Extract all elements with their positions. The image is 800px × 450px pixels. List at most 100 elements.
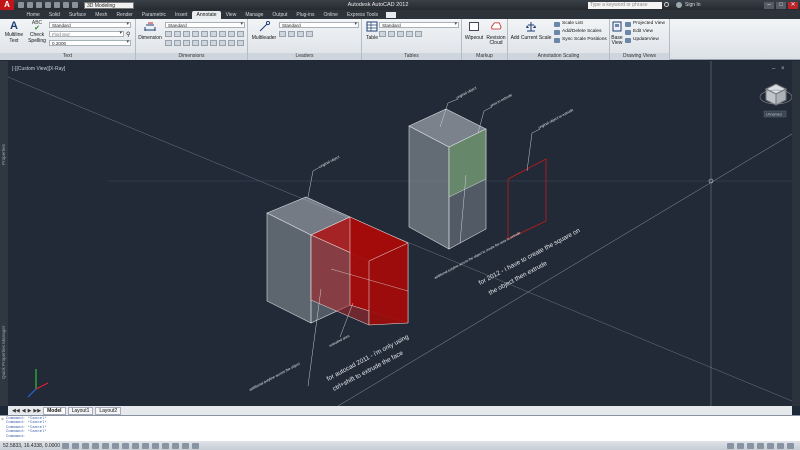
update-dim-icon[interactable] — [228, 40, 235, 46]
help-search-input[interactable]: Type a keyword or phrase — [588, 1, 662, 9]
command-close-icon[interactable]: × — [1, 417, 4, 423]
text-angle-icon[interactable] — [183, 40, 190, 46]
tab-render[interactable]: Render — [112, 11, 137, 19]
snap-mode-icon[interactable] — [72, 442, 79, 449]
add-delete-scales-button[interactable]: Add/Delete Scales — [554, 29, 601, 35]
dynamic-ucs-icon[interactable] — [142, 442, 149, 449]
viewport-minimize-button[interactable]: – — [772, 66, 775, 72]
tab-express-tools[interactable]: Express Tools — [342, 11, 382, 19]
text-height-select[interactable]: 0.2000 — [49, 40, 131, 46]
infer-constraints-icon[interactable] — [62, 442, 69, 449]
collect-leaders-icon[interactable] — [306, 31, 313, 37]
sync-scale-positions-button[interactable]: Sync Scale Positions — [554, 37, 607, 43]
jogged-linear-icon[interactable] — [165, 40, 172, 46]
edit-view-button[interactable]: Edit View — [625, 29, 653, 35]
add-current-scale-button[interactable]: Add Current Scale — [509, 21, 553, 41]
ortho-mode-icon[interactable] — [92, 442, 99, 449]
text-style-select[interactable]: Standard — [49, 22, 131, 28]
markup-panel-title[interactable]: Markup — [462, 53, 507, 60]
quick-view-layouts-icon[interactable] — [737, 442, 744, 449]
reassociate-icon[interactable] — [237, 40, 244, 46]
tab-manage[interactable]: Manage — [241, 11, 268, 19]
drawing-views-panel-title[interactable]: Drawing Views — [610, 53, 669, 60]
download-from-source-icon[interactable] — [397, 31, 404, 37]
dynamic-input-icon[interactable] — [152, 442, 159, 449]
projected-view-button[interactable]: Projected View — [625, 21, 665, 27]
tab-layout2[interactable]: Layout2 — [95, 406, 122, 415]
quick-properties-icon[interactable] — [182, 442, 189, 449]
extract-data-icon[interactable] — [379, 31, 386, 37]
tab-parametric[interactable]: Parametric — [137, 11, 170, 19]
tab-solid[interactable]: Solid — [44, 11, 64, 19]
quick-dim-icon[interactable] — [192, 31, 199, 37]
redo-icon[interactable] — [63, 2, 69, 8]
wipeout-button[interactable]: Wipeout — [463, 21, 485, 41]
object-snap-tracking-icon[interactable] — [132, 442, 139, 449]
next-layout-icon[interactable]: ▶ — [28, 408, 32, 414]
dimension-style-select[interactable]: Standard — [165, 22, 245, 28]
check-spelling-button[interactable]: ABC ✔ Check Spelling — [26, 21, 48, 44]
override-icon[interactable] — [219, 40, 226, 46]
justify-left-icon[interactable] — [192, 40, 199, 46]
remove-leader-icon[interactable] — [288, 31, 295, 37]
dimension-button[interactable]: Dimension — [137, 21, 163, 41]
undo-icon[interactable] — [54, 2, 60, 8]
multileader-button[interactable]: Multileader — [250, 20, 278, 41]
workspace-select[interactable]: 3D Modeling — [84, 1, 134, 9]
command-prompt[interactable]: Command: — [6, 435, 47, 439]
table-button[interactable]: Table — [364, 21, 380, 41]
transparency-icon[interactable] — [172, 442, 179, 449]
coordinate-readout[interactable]: 52.5833, 16.4338, 0.0000 — [0, 443, 62, 449]
inspect-icon[interactable] — [237, 31, 244, 37]
table-format-icon[interactable] — [415, 31, 422, 37]
dim-break-icon[interactable] — [210, 31, 217, 37]
clean-screen-icon[interactable] — [787, 442, 794, 449]
last-layout-icon[interactable]: ▶▶ — [33, 408, 41, 414]
center-mark-icon[interactable] — [228, 31, 235, 37]
selection-cycling-icon[interactable] — [192, 442, 199, 449]
tab-insert[interactable]: Insert — [171, 11, 193, 19]
tab-online[interactable]: Online — [319, 11, 342, 19]
text-panel-title[interactable]: Text — [0, 53, 135, 60]
command-window[interactable]: × Command: *Cancel* Command: *Cancel* Co… — [0, 415, 800, 441]
polar-tracking-icon[interactable] — [102, 442, 109, 449]
minimize-button[interactable]: – — [764, 1, 774, 9]
linear-dim-icon[interactable] — [165, 31, 172, 37]
save-as-icon[interactable] — [45, 2, 51, 8]
right-original-box[interactable] — [408, 108, 487, 250]
table-style-select[interactable]: Standard — [379, 22, 459, 28]
ribbon-minimize-icon[interactable] — [385, 12, 396, 18]
find-text-input[interactable]: Find text — [49, 31, 124, 37]
drawing-viewport[interactable]: original object original object area to … — [8, 61, 792, 406]
oblique-icon[interactable] — [174, 40, 181, 46]
first-layout-icon[interactable]: ◀◀ — [12, 408, 20, 414]
link-data-icon[interactable] — [388, 31, 395, 37]
tab-mesh[interactable]: Mesh — [91, 11, 112, 19]
new-icon[interactable] — [18, 2, 24, 8]
find-replace-icon[interactable]: ⚲ — [126, 31, 130, 38]
save-icon[interactable] — [36, 2, 42, 8]
3d-object-snap-icon[interactable] — [122, 442, 129, 449]
object-snap-icon[interactable] — [112, 442, 119, 449]
prev-layout-icon[interactable]: ◀ — [22, 408, 26, 414]
viewport-controls-label[interactable]: [-][Custom View][X-Ray] — [12, 66, 65, 72]
model-space-drawing[interactable]: original object original object area to … — [8, 61, 792, 406]
properties-palette-label[interactable]: Properties — [1, 144, 6, 165]
tab-output[interactable]: Output — [268, 11, 292, 19]
plot-icon[interactable] — [72, 2, 78, 8]
viewcube[interactable] — [759, 83, 792, 106]
dimensions-panel-title[interactable]: Dimensions — [136, 53, 247, 60]
tolerance-icon[interactable] — [219, 31, 226, 37]
open-icon[interactable] — [27, 2, 33, 8]
tab-model[interactable]: Model — [43, 406, 66, 415]
sign-in-link[interactable]: Sign In — [685, 0, 701, 10]
tab-home[interactable]: Home — [22, 11, 44, 19]
search-icon[interactable] — [664, 2, 669, 7]
base-view-button[interactable]: Base View — [611, 21, 623, 47]
quick-properties-label[interactable]: Quick Properties Manager — [1, 326, 6, 379]
tables-panel-title[interactable]: Tables — [362, 53, 461, 60]
add-leader-icon[interactable] — [279, 31, 286, 37]
lineweight-icon[interactable] — [162, 442, 169, 449]
workspace-switching-icon[interactable] — [757, 442, 764, 449]
viewport-close-button[interactable]: × — [781, 66, 785, 72]
